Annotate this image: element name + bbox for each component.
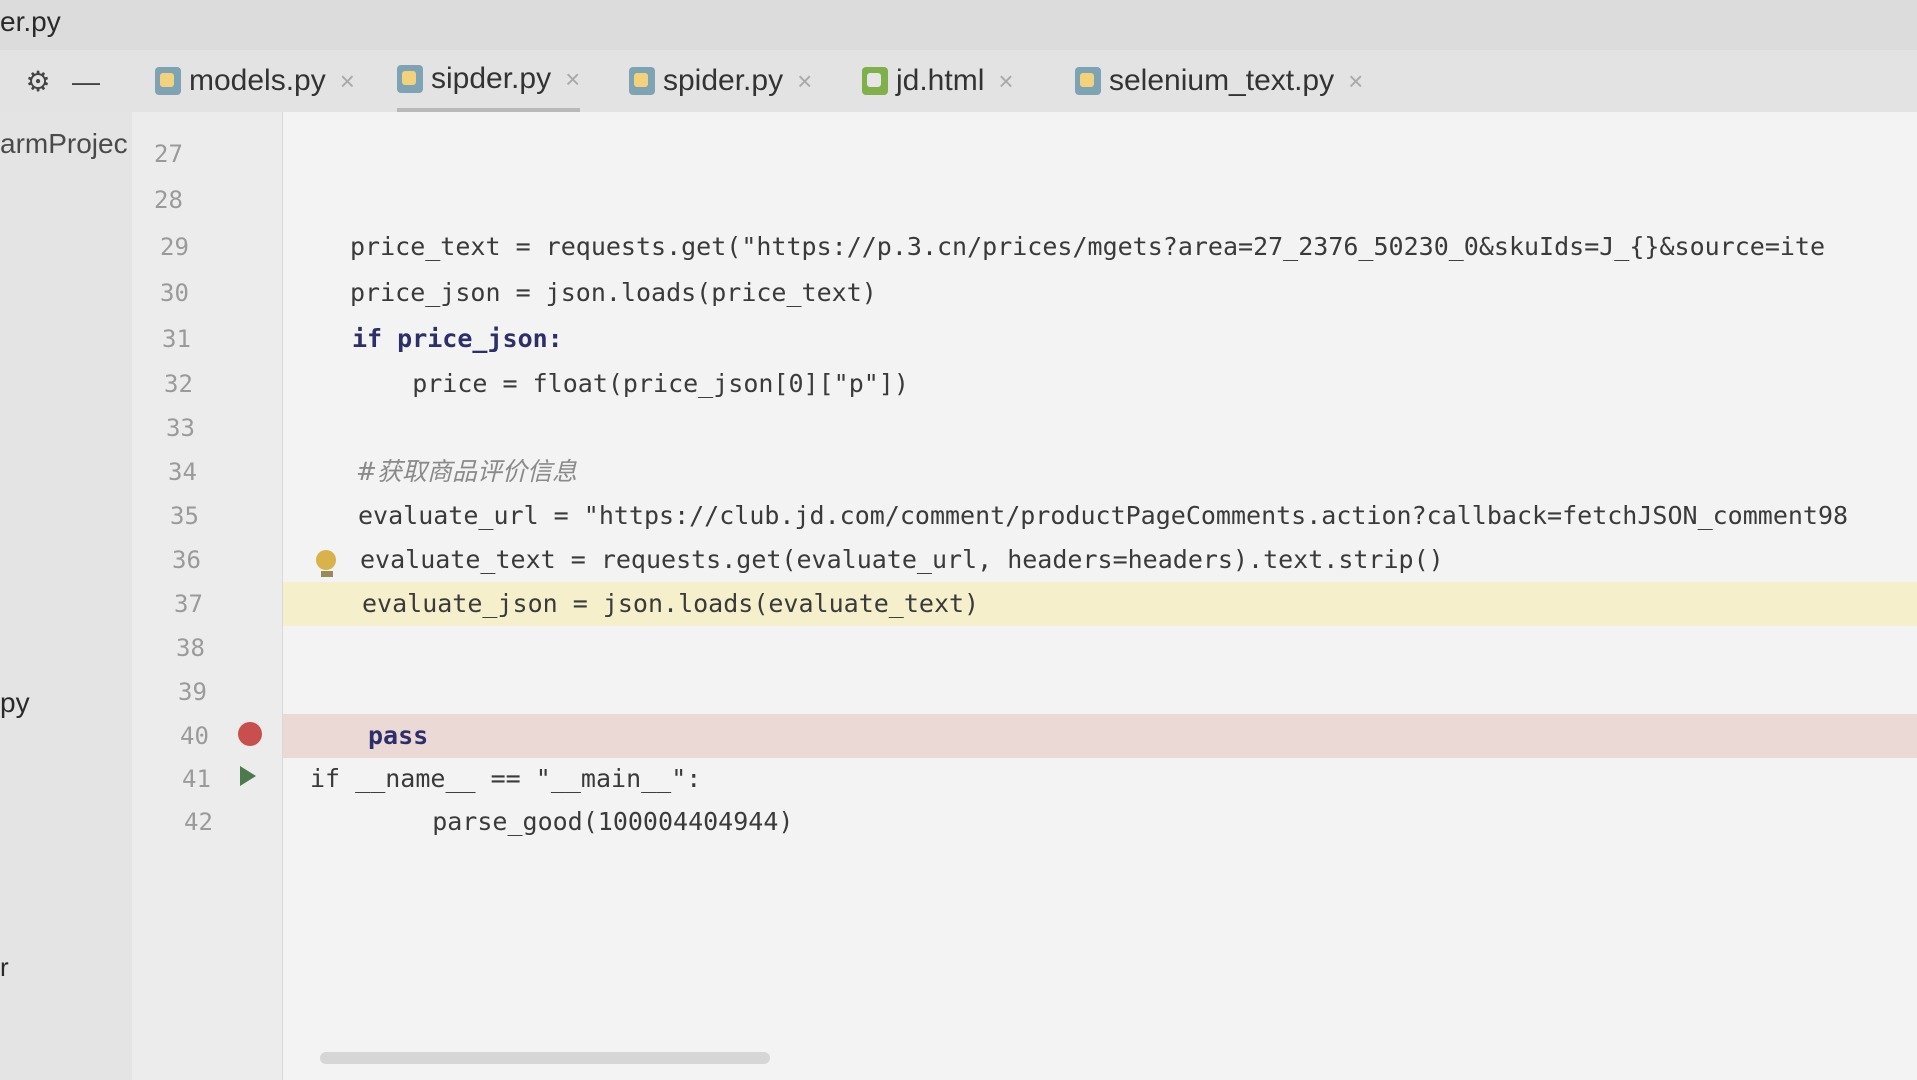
python-file-icon	[397, 65, 423, 93]
close-icon[interactable]: ×	[998, 66, 1013, 97]
line-number: 31	[162, 325, 191, 353]
line-number: 34	[168, 458, 197, 486]
tab-jd-html[interactable]: jd.html ×	[862, 50, 1014, 112]
tab-spider-py[interactable]: spider.py ×	[629, 50, 812, 112]
code-line[interactable]: evaluate_url = "https://club.jd.com/comm…	[358, 494, 1848, 538]
line-number-gutter[interactable]	[132, 112, 283, 1080]
line-number: 27	[154, 140, 183, 168]
code-text: price_json = json.loads(price_text)	[350, 278, 877, 307]
window-title: er.py	[0, 6, 61, 37]
code-comment[interactable]: #获取商品评价信息	[356, 450, 577, 494]
title-bar: er.py	[0, 0, 1917, 51]
line-number: 41	[182, 765, 211, 793]
project-item-py[interactable]: py	[0, 687, 30, 719]
project-item-r[interactable]: r	[0, 952, 9, 983]
tab-label: jd.html	[896, 64, 985, 97]
code-line[interactable]: evaluate_json = json.loads(evaluate_text…	[362, 582, 979, 626]
line-number: 37	[174, 590, 203, 618]
gear-icon[interactable]: ⚙	[24, 68, 52, 96]
code-text: price = float(price_json[0]["p"])	[352, 369, 909, 398]
code-text: if price_json:	[352, 324, 563, 353]
project-root-label[interactable]: armProjec	[0, 128, 128, 160]
code-text: evaluate_json = json.loads(evaluate_text…	[362, 589, 980, 618]
close-icon[interactable]: ×	[797, 66, 812, 97]
breakpoint-line-highlight	[283, 714, 1917, 758]
code-text: #获取商品评价信息	[356, 457, 577, 486]
tab-label: sipder.py	[431, 62, 552, 95]
line-number: 33	[166, 414, 195, 442]
close-icon[interactable]: ×	[565, 64, 580, 95]
code-text: price_text = requests.get("https://p.3.c…	[350, 232, 1826, 261]
line-number: 35	[170, 502, 199, 530]
code-text: parse_good(100004404944)	[372, 807, 794, 836]
code-line[interactable]: evaluate_text = requests.get(evaluate_ur…	[360, 538, 1444, 582]
python-file-icon	[155, 67, 181, 95]
code-line[interactable]: if __name__ == "__main__":	[310, 757, 701, 801]
line-number: 36	[172, 546, 201, 574]
line-number: 28	[154, 186, 183, 214]
tab-label: models.py	[189, 64, 326, 97]
code-line[interactable]: price_json = json.loads(price_text)	[350, 271, 877, 315]
line-number: 30	[160, 279, 189, 307]
line-number: 40	[180, 722, 209, 750]
tab-label: spider.py	[663, 64, 784, 97]
run-arrow-icon[interactable]	[240, 766, 256, 786]
horizontal-scrollbar[interactable]	[320, 1052, 770, 1064]
minus-icon[interactable]: —	[72, 68, 100, 96]
code-text: pass	[368, 721, 429, 750]
code-text: evaluate_url = "https://club.jd.com/comm…	[358, 501, 1849, 530]
close-icon[interactable]: ×	[1348, 66, 1363, 97]
tab-sipder-py[interactable]: sipder.py ×	[397, 50, 581, 112]
tab-label: selenium_text.py	[1109, 64, 1335, 97]
code-line[interactable]: price_text = requests.get("https://p.3.c…	[350, 225, 1825, 269]
breakpoint-icon[interactable]	[238, 722, 262, 746]
tab-models-py[interactable]: models.py ×	[155, 50, 355, 112]
code-line[interactable]: pass	[368, 714, 428, 758]
code-text: if __name__ == "__main__":	[310, 764, 702, 793]
code-line[interactable]: if price_json:	[352, 317, 563, 361]
line-number: 38	[176, 634, 205, 662]
python-file-icon	[1075, 67, 1101, 95]
html-file-icon	[862, 67, 888, 95]
line-number: 39	[178, 678, 207, 706]
code-line[interactable]: price = float(price_json[0]["p"])	[352, 362, 909, 406]
project-panel: armProjec py r	[0, 112, 133, 1080]
line-number: 42	[184, 808, 213, 836]
lightbulb-icon[interactable]	[316, 550, 338, 578]
line-number: 32	[164, 370, 193, 398]
code-text: evaluate_text = requests.get(evaluate_ur…	[360, 545, 1444, 574]
tab-selenium-text-py[interactable]: selenium_text.py ×	[1075, 50, 1363, 112]
close-icon[interactable]: ×	[340, 66, 355, 97]
python-file-icon	[629, 67, 655, 95]
line-number: 29	[160, 233, 189, 261]
code-line[interactable]: parse_good(100004404944)	[372, 800, 793, 844]
